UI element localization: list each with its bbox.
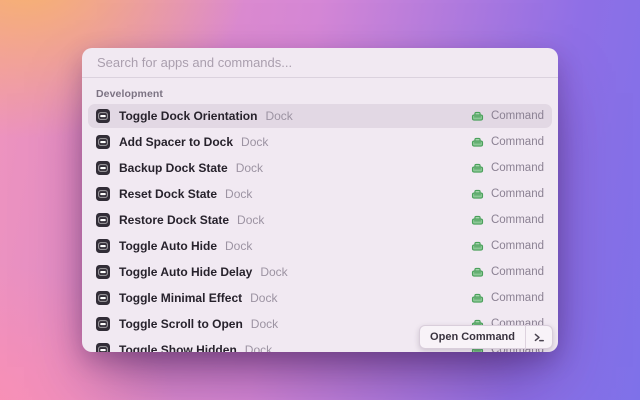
command-type-label: Command — [491, 292, 544, 304]
list-item[interactable]: Restore Dock State Dock Command — [88, 208, 552, 232]
dock-extension-icon — [96, 343, 110, 352]
command-title: Toggle Auto Hide — [119, 239, 217, 253]
command-title: Toggle Show Hidden — [119, 343, 237, 352]
list-item[interactable]: Backup Dock State Dock Command — [88, 156, 552, 180]
command-list: Toggle Dock Orientation Dock Command Add… — [82, 104, 558, 352]
list-item[interactable]: Toggle Auto Hide Delay Dock Command — [88, 260, 552, 284]
list-item[interactable]: Reset Dock State Dock Command — [88, 182, 552, 206]
dock-extension-icon — [96, 239, 110, 253]
command-subtitle: Dock — [241, 135, 268, 149]
section-header-development: Development — [82, 78, 558, 104]
list-item[interactable]: Toggle Auto Hide Dock Command — [88, 234, 552, 258]
command-palette-window: Development Toggle Dock Orientation Dock… — [82, 48, 558, 352]
open-command-hint-label: Open Command — [420, 326, 525, 348]
command-title: Toggle Auto Hide Delay — [119, 265, 252, 279]
search-input[interactable] — [82, 48, 558, 78]
command-subtitle: Dock — [245, 343, 272, 352]
dock-extension-icon — [96, 265, 110, 279]
dock-extension-icon — [96, 213, 110, 227]
command-title: Toggle Scroll to Open — [119, 317, 243, 331]
desktop-background: Development Toggle Dock Orientation Dock… — [0, 0, 640, 400]
command-type-label: Command — [491, 240, 544, 252]
dock-extension-icon — [96, 317, 110, 331]
command-type-icon — [471, 162, 484, 175]
command-type-label: Command — [491, 110, 544, 122]
command-title: Toggle Minimal Effect — [119, 291, 242, 305]
open-command-hint[interactable]: Open Command — [419, 325, 553, 349]
command-subtitle: Dock — [265, 109, 292, 123]
command-subtitle: Dock — [250, 291, 277, 305]
command-title: Toggle Dock Orientation — [119, 109, 257, 123]
list-item[interactable]: Toggle Dock Orientation Dock Command — [88, 104, 552, 128]
command-type-icon — [471, 240, 484, 253]
command-type-label: Command — [491, 136, 544, 148]
command-subtitle: Dock — [236, 161, 263, 175]
command-title: Reset Dock State — [119, 187, 217, 201]
command-type-label: Command — [491, 162, 544, 174]
command-subtitle: Dock — [237, 213, 264, 227]
command-type-icon — [471, 110, 484, 123]
dock-extension-icon — [96, 187, 110, 201]
list-item[interactable]: Toggle Minimal Effect Dock Command — [88, 286, 552, 310]
command-subtitle: Dock — [260, 265, 287, 279]
command-type-icon — [471, 292, 484, 305]
command-type-icon — [471, 136, 484, 149]
dock-extension-icon — [96, 109, 110, 123]
command-title: Add Spacer to Dock — [119, 135, 233, 149]
command-title: Backup Dock State — [119, 161, 228, 175]
dock-extension-icon — [96, 135, 110, 149]
dock-extension-icon — [96, 291, 110, 305]
command-subtitle: Dock — [251, 317, 278, 331]
command-type-label: Command — [491, 214, 544, 226]
list-item[interactable]: Add Spacer to Dock Dock Command — [88, 130, 552, 154]
command-title: Restore Dock State — [119, 213, 229, 227]
terminal-prompt-icon — [526, 326, 552, 348]
command-subtitle: Dock — [225, 187, 252, 201]
dock-extension-icon — [96, 161, 110, 175]
command-type-icon — [471, 214, 484, 227]
command-subtitle: Dock — [225, 239, 252, 253]
command-type-icon — [471, 188, 484, 201]
command-type-label: Command — [491, 188, 544, 200]
command-type-label: Command — [491, 266, 544, 278]
command-type-icon — [471, 266, 484, 279]
